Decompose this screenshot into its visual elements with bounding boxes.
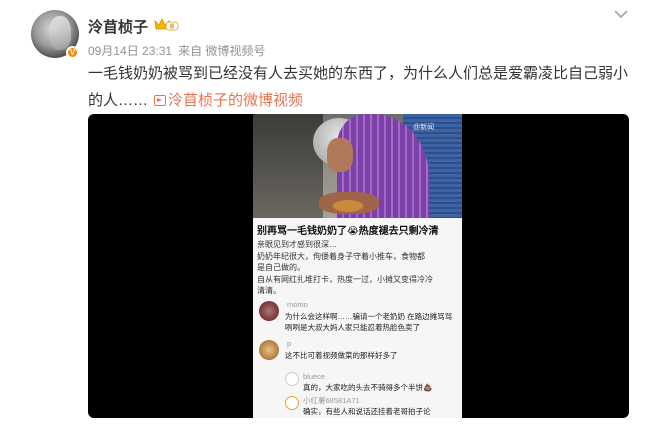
reply-avatar <box>285 396 299 410</box>
vip-level: II <box>170 24 174 31</box>
video-link-icon <box>154 95 167 106</box>
frame-body-line: 亲眼见到才感到很深… <box>257 240 337 249</box>
video-frame: @新闻 别再骂一毛钱奶奶了😭热度褪去只剩冷清 亲眼见到才感到很深… 奶奶年纪很大… <box>253 114 462 418</box>
post-date[interactable]: 09月14日 23:31 <box>88 42 172 59</box>
video-player[interactable]: @新闻 别再骂一毛钱奶奶了😭热度褪去只剩冷清 亲眼见到才感到很深… 奶奶年纪很大… <box>88 114 629 418</box>
frame-comment: p 这不比可着视频做菜的那样好多了 <box>257 338 457 368</box>
comment-text: 为什么会这样啊……骗请一个老奶奶 在路边摊骂骂咧咧是大叔大妈人家只能忍着热脸色卖… <box>285 312 453 332</box>
frame-reply: 小红薯68581A71 确实，有些人和说话还挂着老哥拍子论 <box>281 394 459 418</box>
reply-avatar <box>285 372 299 386</box>
post-meta: 09月14日 23:31 来自 微博视频号 <box>88 42 265 59</box>
comment-text: 这不比可着视频做菜的那样好多了 <box>285 351 398 360</box>
reply-author: 小红薯68581A71 <box>303 396 360 405</box>
crown-icon[interactable]: II <box>153 17 179 32</box>
comment-author: momo <box>287 300 308 309</box>
frame-title: 别再骂一毛钱奶奶了😭热度褪去只剩冷清 <box>257 226 439 237</box>
frame-body-line: 清清。 <box>257 286 281 295</box>
frame-body-line: 奶奶年纪很大，佝偻着身子守着小推车，食物都 <box>257 251 425 261</box>
reply-text: 真的，大家吃的头去不骑得多个半饼💩 <box>303 383 433 392</box>
verified-badge-icon: V <box>66 46 79 59</box>
video-link[interactable]: 泠苜桢子的微博视频 <box>168 92 303 109</box>
comment-avatar <box>259 340 279 360</box>
comment-avatar <box>259 301 279 321</box>
username[interactable]: 泠苜桢子 <box>88 16 148 37</box>
video-watermark: @新闻 <box>413 124 435 131</box>
reply-author: bluece <box>303 372 326 381</box>
chevron-down-icon[interactable] <box>612 8 630 20</box>
post-text: 一毛钱奶奶被骂到已经没有人去买她的东西了，为什么人们总是爱霸凌比自己弱小的人……… <box>88 60 628 114</box>
video-photo: @新闻 <box>253 114 462 218</box>
frame-body: 亲眼见到才感到很深… 奶奶年纪很大，佝偻着身子守着小推车，食物都 是自己做的。 … <box>257 239 457 297</box>
frame-reply: bluece 真的，大家吃的头去不骑得多个半饼💩 <box>281 370 459 396</box>
frame-body-line: 是自己做的。 <box>257 263 305 272</box>
post-source: 来自 微博视频号 <box>178 44 266 58</box>
frame-comment: momo 为什么会这样啊……骗请一个老奶奶 在路边摊骂骂咧咧是大叔大妈人家只能忍… <box>257 299 457 333</box>
weibo-post-card: V 泠苜桢子 II 09月14日 23:31 来自 微博视频号 一毛钱奶奶被骂到… <box>0 0 656 428</box>
reply-text: 确实，有些人和说话还挂着老哥拍子论 <box>303 407 431 416</box>
comment-author: p <box>287 339 292 348</box>
frame-body-line: 自从有网红扎堆打卡，热度一过，小摊又变得冷冷 <box>257 274 433 284</box>
